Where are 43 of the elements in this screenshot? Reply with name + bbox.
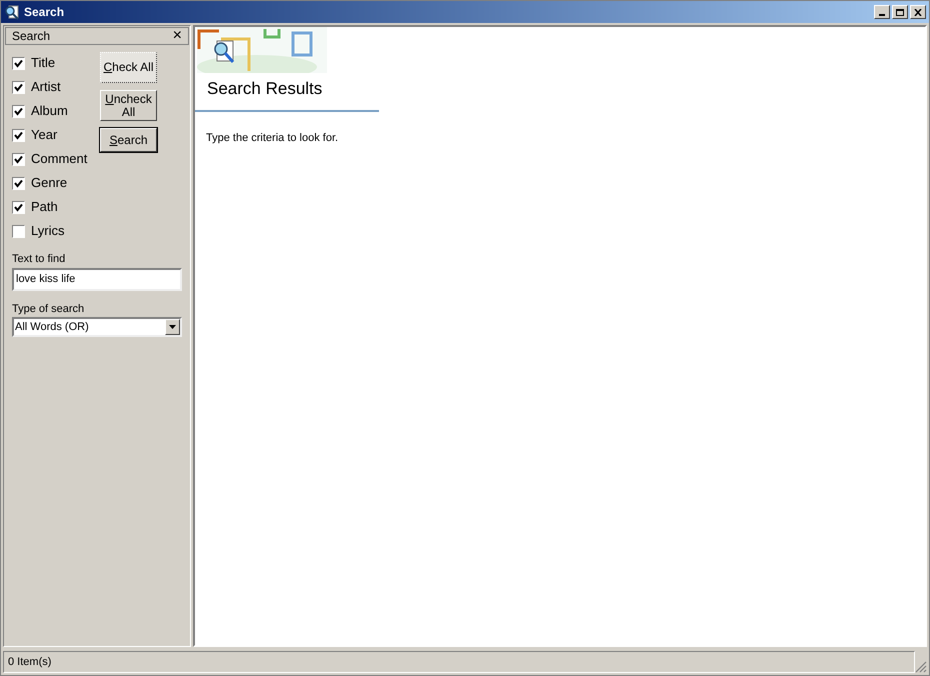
- search-type-dropdown[interactable]: All Words (OR): [12, 317, 182, 337]
- results-message: Type the criteria to look for.: [206, 130, 340, 146]
- close-button[interactable]: [910, 5, 926, 19]
- minimize-button[interactable]: [874, 5, 890, 19]
- check-icon: [14, 82, 23, 92]
- checkbox[interactable]: [12, 80, 25, 94]
- text-field[interactable]: love kiss life: [12, 268, 182, 290]
- checkbox[interactable]: [12, 128, 25, 142]
- checkbox-label: Year: [31, 126, 58, 144]
- window-title: Search: [24, 4, 64, 21]
- checkbox[interactable]: [12, 224, 25, 238]
- action-button[interactable]: Search: [100, 128, 157, 152]
- check-icon: [14, 106, 23, 116]
- checkbox-label: Genre: [31, 174, 68, 192]
- checkbox[interactable]: [12, 152, 25, 166]
- check-icon: [14, 58, 23, 68]
- status-text: 0 Item(s): [8, 654, 52, 670]
- field-label: Text to find: [12, 252, 66, 267]
- magnifier-icon: [4, 4, 20, 20]
- dropdown-arrow-icon: [169, 325, 176, 329]
- check-icon: [14, 202, 23, 212]
- panel-close-button[interactable]: ×: [172, 28, 182, 44]
- action-button[interactable]: Check All: [100, 52, 157, 83]
- maximize-button[interactable]: [892, 5, 908, 19]
- checkbox[interactable]: [12, 104, 25, 118]
- checkbox[interactable]: [12, 176, 25, 190]
- check-icon: [14, 178, 23, 188]
- checkbox-label: Title: [31, 54, 56, 72]
- check-icon: [14, 130, 23, 140]
- close-icon: [914, 8, 922, 16]
- maximize-icon: [896, 8, 904, 16]
- field-label: Type of search: [12, 302, 86, 316]
- checkbox[interactable]: [12, 56, 25, 70]
- checkbox-label: Path: [31, 198, 58, 216]
- checkbox-label: Album: [31, 102, 68, 120]
- checkbox-label: Comment: [31, 150, 88, 168]
- action-button[interactable]: Uncheck All: [100, 90, 157, 121]
- checkbox-label: Lyrics: [31, 222, 64, 240]
- check-icon: [14, 154, 23, 164]
- results-title: Search Results: [207, 78, 324, 100]
- checkbox-label: Artist: [31, 78, 61, 96]
- checkbox[interactable]: [12, 200, 25, 214]
- panel-title: Search: [12, 28, 50, 45]
